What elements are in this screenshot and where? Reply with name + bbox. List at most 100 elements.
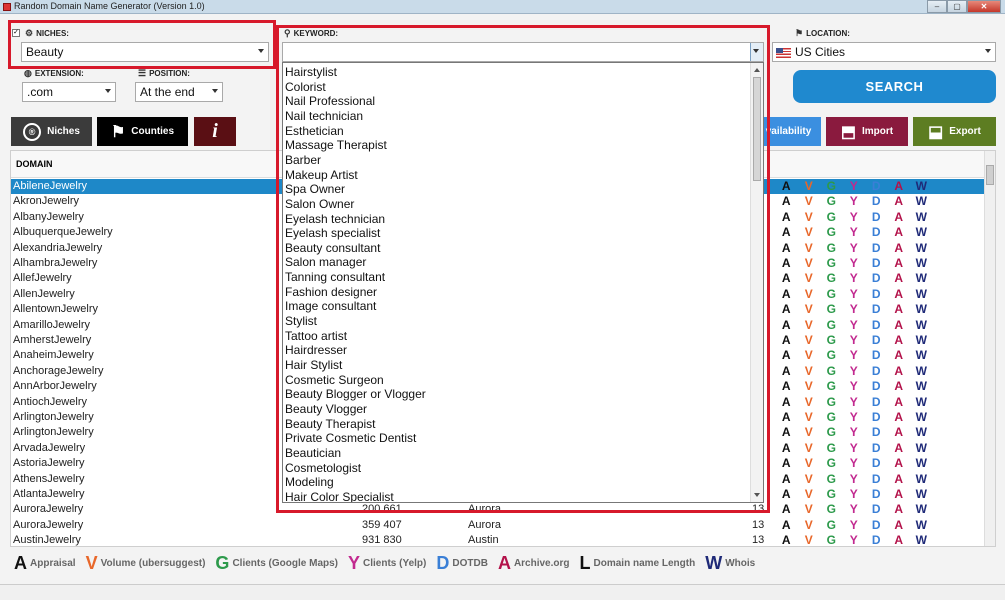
dropdown-item[interactable]: Beautician [285, 446, 341, 460]
google-maps-icon[interactable]: G [820, 425, 843, 439]
counties-button[interactable]: ⚑ Counties [97, 117, 188, 146]
volume-icon[interactable]: V [798, 518, 821, 532]
minimize-button[interactable]: – [927, 0, 947, 13]
niches-checkbox[interactable]: ✓ [12, 29, 20, 37]
dotdb-icon[interactable]: D [865, 456, 888, 470]
whois-icon[interactable]: W [910, 533, 933, 546]
appraisal-icon[interactable]: A [775, 379, 798, 393]
dropdown-item[interactable]: Hairstylist [285, 65, 337, 79]
whois-icon[interactable]: W [910, 179, 933, 193]
google-maps-icon[interactable]: G [820, 256, 843, 270]
whois-icon[interactable]: W [910, 425, 933, 439]
archive-icon[interactable]: A [888, 410, 911, 424]
whois-icon[interactable]: W [910, 194, 933, 208]
dropdown-item[interactable]: Nail Professional [285, 94, 375, 108]
appraisal-icon[interactable]: A [775, 179, 798, 193]
dropdown-item[interactable]: Fashion designer [285, 285, 377, 299]
appraisal-icon[interactable]: A [775, 210, 798, 224]
whois-icon[interactable]: W [910, 318, 933, 332]
volume-icon[interactable]: V [798, 225, 821, 239]
yelp-icon[interactable]: Y [843, 502, 866, 516]
appraisal-icon[interactable]: A [775, 241, 798, 255]
whois-icon[interactable]: W [910, 241, 933, 255]
yelp-icon[interactable]: Y [843, 287, 866, 301]
dropdown-item[interactable]: Salon Owner [285, 197, 354, 211]
whois-icon[interactable]: W [910, 456, 933, 470]
google-maps-icon[interactable]: G [820, 502, 843, 516]
archive-icon[interactable]: A [888, 287, 911, 301]
dropdown-item[interactable]: Nail technician [285, 109, 363, 123]
google-maps-icon[interactable]: G [820, 318, 843, 332]
dotdb-icon[interactable]: D [865, 533, 888, 546]
yelp-icon[interactable]: Y [843, 456, 866, 470]
import-button[interactable]: ⬒ Import [826, 117, 908, 146]
google-maps-icon[interactable]: G [820, 302, 843, 316]
dropdown-item[interactable]: Cosmetologist [285, 461, 361, 475]
appraisal-icon[interactable]: A [775, 364, 798, 378]
location-select[interactable]: US Cities [772, 42, 996, 62]
dropdown-item[interactable]: Hair Color Specialist [285, 490, 394, 502]
archive-icon[interactable]: A [888, 502, 911, 516]
dotdb-icon[interactable]: D [865, 271, 888, 285]
dotdb-icon[interactable]: D [865, 487, 888, 501]
dropdown-item[interactable]: Beauty Therapist [285, 417, 376, 431]
dropdown-item[interactable]: Eyelash specialist [285, 226, 380, 240]
whois-icon[interactable]: W [910, 502, 933, 516]
dropdown-item[interactable]: Barber [285, 153, 321, 167]
dotdb-icon[interactable]: D [865, 210, 888, 224]
google-maps-icon[interactable]: G [820, 472, 843, 486]
yelp-icon[interactable]: Y [843, 333, 866, 347]
google-maps-icon[interactable]: G [820, 410, 843, 424]
whois-icon[interactable]: W [910, 518, 933, 532]
archive-icon[interactable]: A [888, 456, 911, 470]
volume-icon[interactable]: V [798, 210, 821, 224]
archive-icon[interactable]: A [888, 348, 911, 362]
dotdb-icon[interactable]: D [865, 318, 888, 332]
yelp-icon[interactable]: Y [843, 210, 866, 224]
archive-icon[interactable]: A [888, 379, 911, 393]
appraisal-icon[interactable]: A [775, 472, 798, 486]
dotdb-icon[interactable]: D [865, 395, 888, 409]
yelp-icon[interactable]: Y [843, 425, 866, 439]
archive-icon[interactable]: A [888, 241, 911, 255]
maximize-button[interactable]: ▢ [947, 0, 967, 13]
volume-icon[interactable]: V [798, 287, 821, 301]
archive-icon[interactable]: A [888, 487, 911, 501]
appraisal-icon[interactable]: A [775, 333, 798, 347]
yelp-icon[interactable]: Y [843, 241, 866, 255]
dropdown-item[interactable]: Image consultant [285, 299, 376, 313]
volume-icon[interactable]: V [798, 395, 821, 409]
position-select[interactable]: At the end [135, 82, 223, 102]
yelp-icon[interactable]: Y [843, 533, 866, 546]
yelp-icon[interactable]: Y [843, 179, 866, 193]
niches-select[interactable]: Beauty [21, 42, 269, 62]
archive-icon[interactable]: A [888, 425, 911, 439]
dotdb-icon[interactable]: D [865, 410, 888, 424]
yelp-icon[interactable]: Y [843, 395, 866, 409]
archive-icon[interactable]: A [888, 533, 911, 546]
dropdown-item[interactable]: Eyelash technician [285, 212, 385, 226]
yelp-icon[interactable]: Y [843, 348, 866, 362]
appraisal-icon[interactable]: A [775, 456, 798, 470]
volume-icon[interactable]: V [798, 318, 821, 332]
dotdb-icon[interactable]: D [865, 379, 888, 393]
whois-icon[interactable]: W [910, 333, 933, 347]
volume-icon[interactable]: V [798, 333, 821, 347]
google-maps-icon[interactable]: G [820, 333, 843, 347]
archive-icon[interactable]: A [888, 318, 911, 332]
dropdown-item[interactable]: Massage Therapist [285, 138, 387, 152]
archive-icon[interactable]: A [888, 256, 911, 270]
archive-icon[interactable]: A [888, 179, 911, 193]
google-maps-icon[interactable]: G [820, 518, 843, 532]
whois-icon[interactable]: W [910, 364, 933, 378]
yelp-icon[interactable]: Y [843, 302, 866, 316]
google-maps-icon[interactable]: G [820, 287, 843, 301]
whois-icon[interactable]: W [910, 210, 933, 224]
volume-icon[interactable]: V [798, 487, 821, 501]
volume-icon[interactable]: V [798, 302, 821, 316]
appraisal-icon[interactable]: A [775, 395, 798, 409]
dropdown-item[interactable]: Beauty Vlogger [285, 402, 367, 416]
whois-icon[interactable]: W [910, 395, 933, 409]
scroll-thumb[interactable] [986, 165, 994, 185]
dropdown-scrollbar[interactable] [750, 63, 763, 502]
